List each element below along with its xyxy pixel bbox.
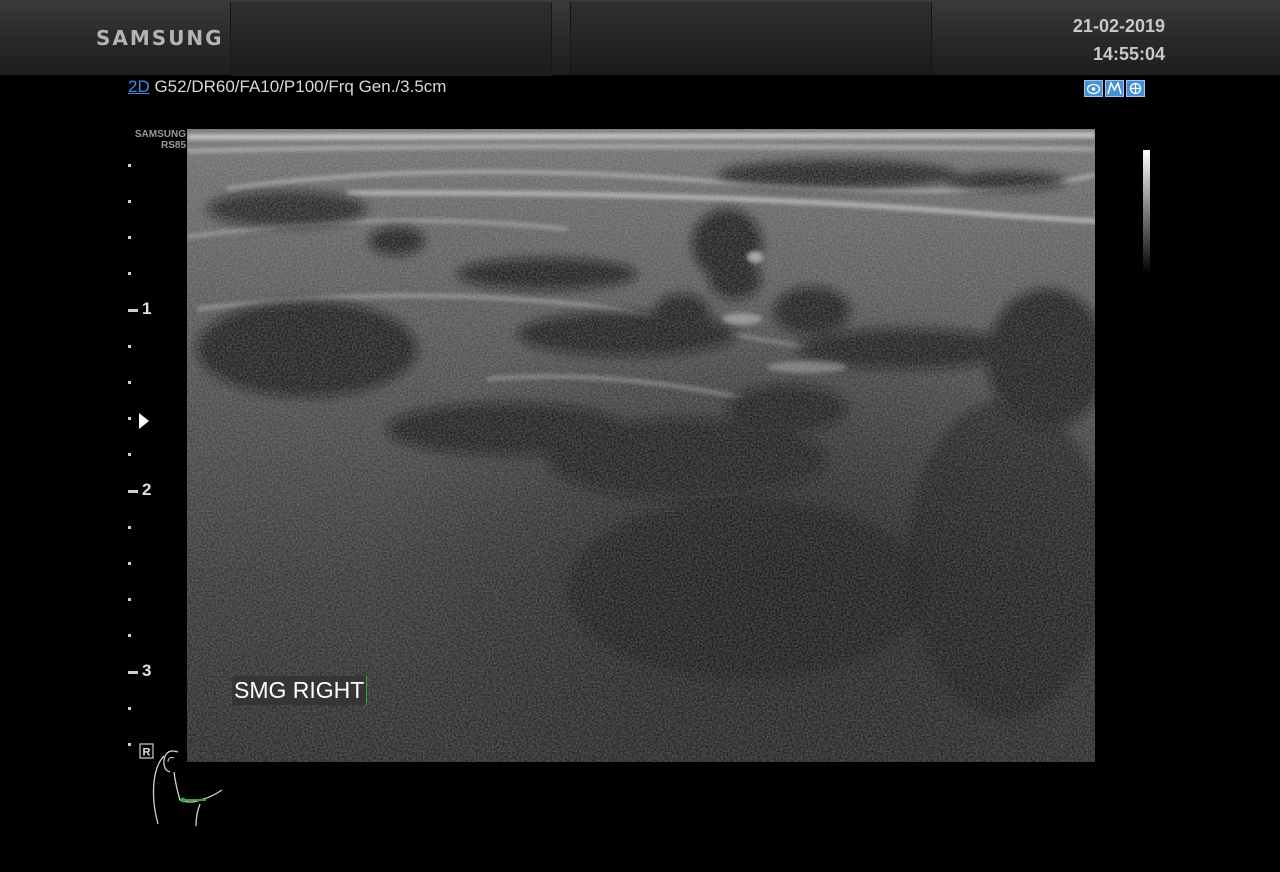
parameter-settings: G52/DR60/FA10/P100/Frq Gen./3.5cm (149, 77, 447, 96)
depth-tick (128, 164, 131, 167)
depth-tick-major (128, 490, 138, 493)
body-marker[interactable]: R (138, 742, 228, 832)
target-icon[interactable] (1126, 80, 1145, 97)
depth-label-3: 3 (142, 661, 152, 680)
depth-tick (128, 526, 131, 529)
depth-tick-major (128, 309, 138, 312)
depth-tick (128, 236, 131, 239)
status-icons (1084, 80, 1145, 97)
depth-tick (128, 634, 131, 637)
depth-tick (128, 381, 131, 384)
mode-2d-link[interactable]: 2D (128, 77, 150, 96)
depth-label-1: 1 (142, 299, 152, 318)
exam-date: 21-02-2019 (1072, 16, 1165, 36)
probe-brand: SAMSUNG (134, 129, 186, 140)
depth-tick (128, 345, 131, 348)
ultrasound-image[interactable] (187, 129, 1095, 762)
depth-tick (128, 200, 131, 203)
grayscale-bar (1143, 150, 1150, 274)
depth-label-2: 2 (142, 480, 152, 499)
probe-label: SAMSUNG RS85 (128, 129, 186, 151)
depth-tick-major (128, 671, 138, 674)
depth-tick (128, 453, 131, 456)
header-bar: SAMSUNG 21-02-2019 14:55:04 (0, 0, 1280, 76)
depth-tick (128, 598, 131, 601)
header-panel-right (570, 2, 932, 75)
annotation-text[interactable]: SMG RIGHT (232, 676, 368, 705)
depth-tick (128, 272, 131, 275)
depth-tick (128, 707, 131, 710)
probe-icon[interactable] (1084, 80, 1103, 97)
probe-model: RS85 (160, 140, 186, 151)
body-marker-side-label: R (143, 747, 151, 759)
depth-tick (128, 562, 131, 565)
exam-time: 14:55:04 (1092, 44, 1165, 64)
brand-logo: SAMSUNG (96, 26, 224, 50)
imaging-parameters: 2D G52/DR60/FA10/P100/Frq Gen./3.5cm (128, 77, 446, 97)
header-panel-left (230, 2, 552, 76)
depth-tick (128, 743, 131, 746)
focus-marker-icon[interactable] (139, 413, 149, 429)
depth-tick (128, 417, 131, 420)
map-icon[interactable] (1105, 80, 1124, 97)
